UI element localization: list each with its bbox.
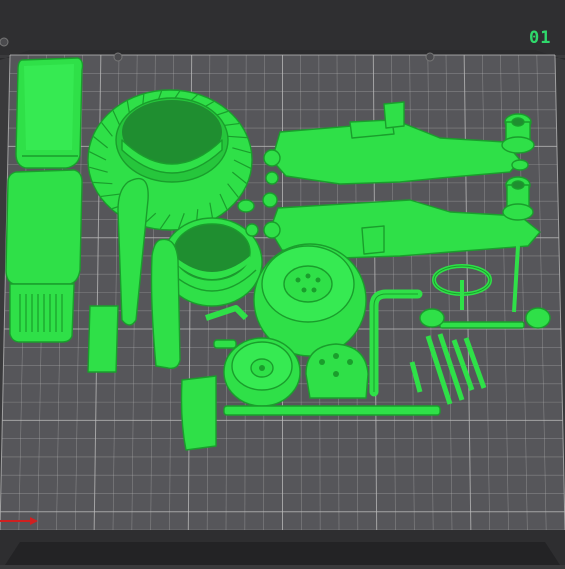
hood-grille-part[interactable]	[5, 169, 83, 343]
plate-screw	[113, 52, 123, 62]
top-frame	[0, 0, 565, 55]
build-plate-scene[interactable]	[0, 0, 565, 565]
rear-tire-part[interactable]	[87, 89, 253, 231]
hood-top-part[interactable]	[15, 57, 84, 169]
front-wheel-rim-part[interactable]	[223, 337, 301, 407]
chassis-post-lower	[502, 176, 534, 221]
plate-screw	[425, 52, 435, 62]
plate-front-lip	[5, 542, 560, 565]
print-bed-viewport[interactable]: 01	[0, 0, 565, 565]
chassis-post-upper	[501, 113, 535, 154]
plate-screw	[0, 37, 9, 47]
plate-number-label: 01	[529, 28, 552, 48]
seat-part[interactable]	[305, 343, 369, 399]
